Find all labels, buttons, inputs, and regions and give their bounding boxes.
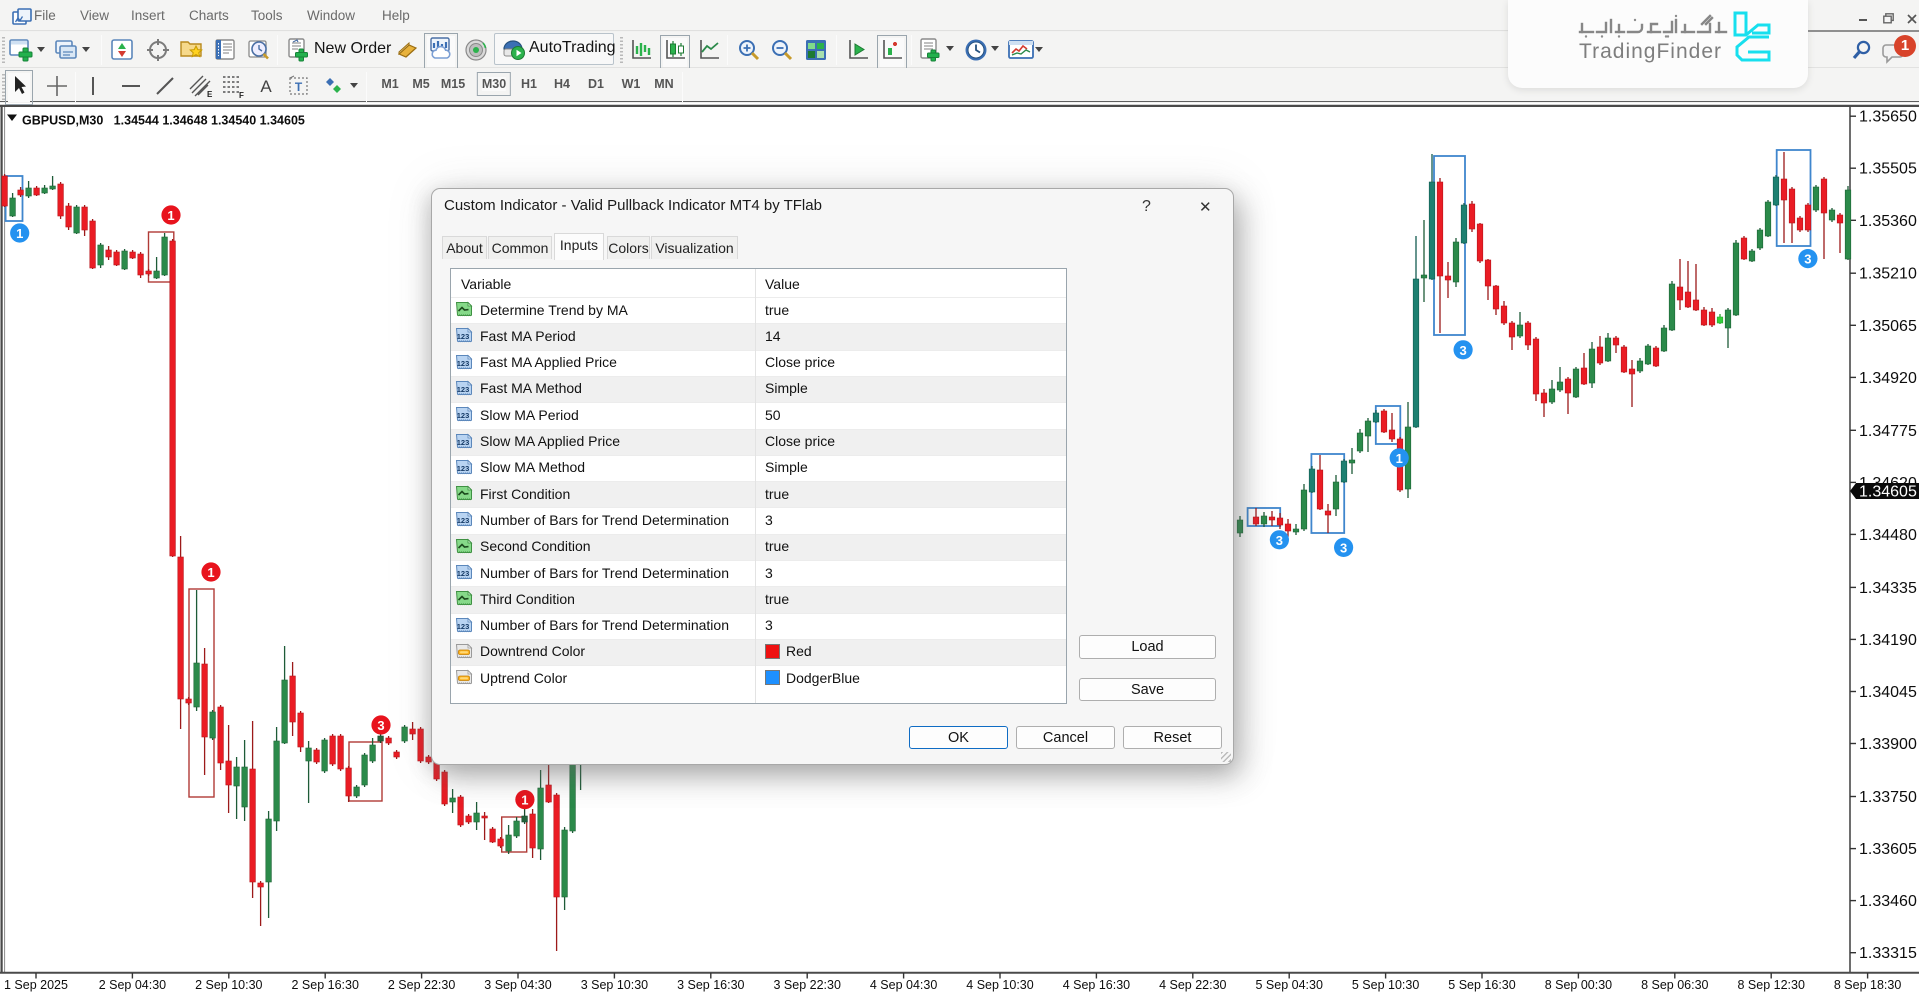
svg-text:4 Sep 16:30: 4 Sep 16:30 — [1063, 978, 1130, 992]
svg-text:2 Sep 16:30: 2 Sep 16:30 — [291, 978, 358, 992]
svg-text:8 Sep 12:30: 8 Sep 12:30 — [1737, 978, 1804, 992]
svg-text:5 Sep 10:30: 5 Sep 10:30 — [1352, 978, 1419, 992]
svg-text:123: 123 — [457, 622, 470, 631]
svg-text:4 Sep 10:30: 4 Sep 10:30 — [966, 978, 1033, 992]
svg-text:1.35210: 1.35210 — [1859, 266, 1917, 283]
svg-text:3: 3 — [1459, 343, 1466, 358]
svg-text:1: 1 — [207, 565, 214, 580]
svg-text:3 Sep 10:30: 3 Sep 10:30 — [581, 978, 648, 992]
svg-text:2 Sep 10:30: 2 Sep 10:30 — [195, 978, 262, 992]
svg-text:1.35650: 1.35650 — [1859, 109, 1917, 126]
svg-text:3: 3 — [1276, 533, 1283, 548]
svg-text:T: T — [295, 80, 303, 94]
svg-text:3 Sep 04:30: 3 Sep 04:30 — [484, 978, 551, 992]
svg-text:123: 123 — [457, 359, 470, 368]
svg-text:1: 1 — [1396, 451, 1403, 466]
svg-text:3: 3 — [1340, 540, 1347, 555]
svg-text:3 Sep 22:30: 3 Sep 22:30 — [773, 978, 840, 992]
svg-text:123: 123 — [457, 516, 470, 525]
svg-text:1.33605: 1.33605 — [1859, 841, 1917, 858]
svg-text:1: 1 — [16, 226, 23, 241]
svg-text:1: 1 — [167, 208, 174, 223]
svg-text:123: 123 — [457, 569, 470, 578]
svg-text:1: 1 — [521, 793, 528, 808]
svg-text:1.34480: 1.34480 — [1859, 527, 1917, 544]
svg-text:123: 123 — [457, 411, 470, 420]
svg-text:8 Sep 06:30: 8 Sep 06:30 — [1641, 978, 1708, 992]
svg-text:1.34775: 1.34775 — [1859, 423, 1917, 440]
svg-text:3 Sep 16:30: 3 Sep 16:30 — [677, 978, 744, 992]
svg-text:1.35360: 1.35360 — [1859, 213, 1917, 230]
svg-text:F: F — [239, 91, 244, 99]
svg-text:GBPUSD,M30 1.34544 1.34648 1: GBPUSD,M30 1.34544 1.34648 1.34540 1.346… — [22, 114, 305, 128]
svg-text:2 Sep 22:30: 2 Sep 22:30 — [388, 978, 455, 992]
svg-text:3: 3 — [1804, 252, 1811, 267]
svg-text:5 Sep 04:30: 5 Sep 04:30 — [1255, 978, 1322, 992]
svg-text:4 Sep 04:30: 4 Sep 04:30 — [870, 978, 937, 992]
svg-text:1.33750: 1.33750 — [1859, 789, 1917, 806]
svg-text:3: 3 — [377, 718, 384, 733]
svg-text:123: 123 — [457, 332, 470, 341]
svg-text:1.33315: 1.33315 — [1859, 945, 1917, 962]
svg-text:1.34920: 1.34920 — [1859, 370, 1917, 387]
svg-text:1.33460: 1.33460 — [1859, 893, 1917, 910]
svg-text:1.34605: 1.34605 — [1859, 484, 1917, 501]
svg-text:5 Sep 16:30: 5 Sep 16:30 — [1448, 978, 1515, 992]
svg-text:123: 123 — [457, 385, 470, 394]
svg-text:123: 123 — [457, 464, 470, 473]
svg-text:4 Sep 22:30: 4 Sep 22:30 — [1159, 978, 1226, 992]
svg-text:8 Sep 00:30: 8 Sep 00:30 — [1545, 978, 1612, 992]
svg-text:123: 123 — [457, 438, 470, 447]
svg-text:1.34335: 1.34335 — [1859, 580, 1917, 597]
svg-text:2 Sep 04:30: 2 Sep 04:30 — [99, 978, 166, 992]
svg-text:1.33900: 1.33900 — [1859, 736, 1917, 753]
svg-text:1 Sep 2025: 1 Sep 2025 — [4, 978, 68, 992]
svg-text:1.35505: 1.35505 — [1859, 161, 1917, 178]
svg-text:1.35065: 1.35065 — [1859, 318, 1917, 335]
svg-text:1.34045: 1.34045 — [1859, 684, 1917, 701]
svg-text:A: A — [260, 77, 272, 96]
svg-text:1.34190: 1.34190 — [1859, 632, 1917, 649]
svg-text:E: E — [207, 90, 213, 99]
svg-text:8 Sep 18:30: 8 Sep 18:30 — [1834, 978, 1901, 992]
